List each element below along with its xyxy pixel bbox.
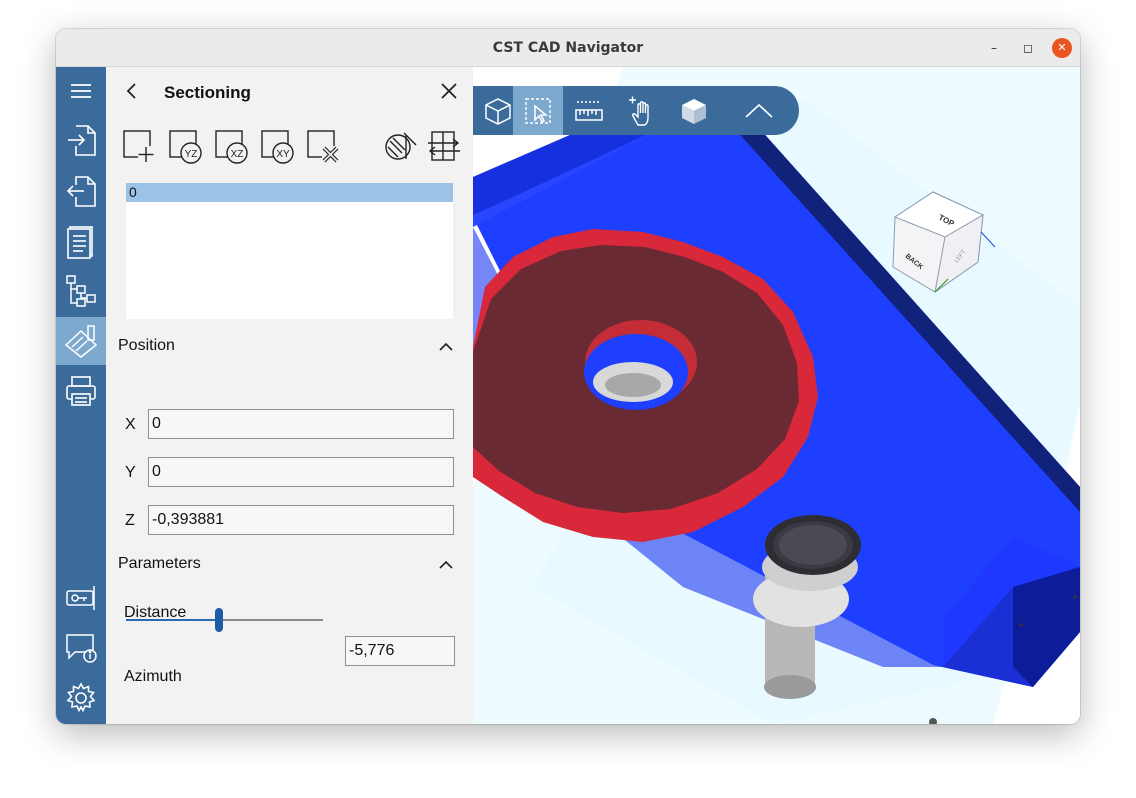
distance-input[interactable]: -5,776 — [345, 636, 455, 666]
position-header[interactable]: Position — [118, 337, 458, 361]
import-button[interactable] — [56, 116, 106, 164]
chevron-up-icon[interactable] — [438, 557, 454, 573]
measure-button[interactable] — [564, 86, 614, 135]
tree-icon — [66, 275, 96, 307]
app-window: CST CAD Navigator – ◻ ✕ Sectioning YZ XZ… — [56, 29, 1080, 724]
print-icon — [66, 376, 96, 406]
sectioning-icon — [64, 325, 98, 358]
y-label: Y — [125, 464, 136, 481]
list-item[interactable]: 0 — [126, 183, 453, 202]
print-button[interactable] — [56, 367, 106, 415]
select-icon — [525, 97, 551, 124]
distance-slider-thumb[interactable] — [214, 608, 223, 632]
3d-viewport[interactable]: TOP BACK LEFT — [473, 67, 1080, 724]
parameters-header[interactable]: Parameters — [118, 555, 458, 579]
minimize-button[interactable]: – — [984, 38, 1004, 58]
collapse-icon — [745, 103, 773, 118]
report-button[interactable] — [56, 217, 106, 265]
model-tree-button[interactable] — [56, 267, 106, 315]
document-icon — [67, 226, 93, 259]
xz-plane-icon[interactable]: XZ — [214, 129, 250, 165]
feedback-button[interactable] — [56, 624, 106, 672]
x-label: X — [125, 416, 136, 433]
chevron-up-icon[interactable] — [438, 339, 454, 355]
title-bar[interactable]: CST CAD Navigator – ◻ ✕ — [56, 29, 1080, 67]
pan-icon — [629, 96, 649, 126]
svg-text:YZ: YZ — [185, 149, 198, 160]
export-button[interactable] — [56, 167, 106, 215]
parameters-heading: Parameters — [118, 555, 201, 572]
xy-plane-icon[interactable]: XY — [260, 129, 296, 165]
cad-model-render[interactable]: TOP BACK LEFT — [473, 67, 1080, 724]
shaded-cube-icon — [682, 98, 706, 124]
section-list[interactable]: 0 — [126, 183, 453, 319]
import-icon — [68, 125, 96, 156]
x-input[interactable]: 0 — [148, 409, 454, 439]
sidebar — [56, 67, 106, 724]
panel-header: Sectioning — [106, 67, 473, 115]
license-button[interactable] — [56, 574, 106, 622]
add-section-icon[interactable] — [122, 129, 158, 165]
maximize-button[interactable]: ◻ — [1018, 38, 1038, 58]
collapse-toolbar-button[interactable] — [729, 86, 789, 135]
position-heading: Position — [118, 337, 175, 354]
pan-button[interactable] — [617, 86, 667, 135]
back-icon[interactable] — [124, 80, 140, 102]
y-input[interactable]: 0 — [148, 457, 454, 487]
measure-icon — [575, 100, 603, 121]
license-icon — [66, 586, 95, 610]
close-window-button[interactable]: ✕ — [1052, 38, 1072, 58]
select-button[interactable] — [513, 86, 563, 135]
sectioning-panel: Sectioning YZ XZ XY 0 Position X 0 Y 0 Z… — [106, 67, 473, 724]
sectioning-button[interactable] — [56, 317, 106, 365]
distance-slider-fill — [126, 619, 219, 621]
svg-text:XZ: XZ — [231, 149, 244, 160]
export-icon — [66, 176, 96, 207]
panel-title: Sectioning — [164, 83, 251, 102]
clip-toggle-icon[interactable] — [382, 129, 418, 165]
feedback-icon — [66, 634, 97, 663]
close-panel-icon[interactable] — [440, 81, 458, 101]
yz-plane-icon[interactable]: YZ — [168, 129, 204, 165]
z-label: Z — [125, 512, 135, 529]
menu-icon — [71, 84, 91, 98]
azimuth-label: Azimuth — [124, 668, 182, 685]
menu-button[interactable] — [56, 67, 106, 115]
window-title: CST CAD Navigator — [492, 40, 644, 56]
settings-button[interactable] — [56, 674, 106, 722]
flip-section-icon[interactable] — [426, 129, 462, 165]
svg-text:XY: XY — [276, 149, 290, 160]
view-toolbar — [473, 86, 799, 135]
settings-icon — [66, 682, 96, 713]
shaded-view-button[interactable] — [669, 86, 719, 135]
cube-view-icon — [485, 97, 511, 125]
delete-section-icon[interactable] — [306, 129, 342, 165]
z-input[interactable]: -0,393881 — [148, 505, 454, 535]
